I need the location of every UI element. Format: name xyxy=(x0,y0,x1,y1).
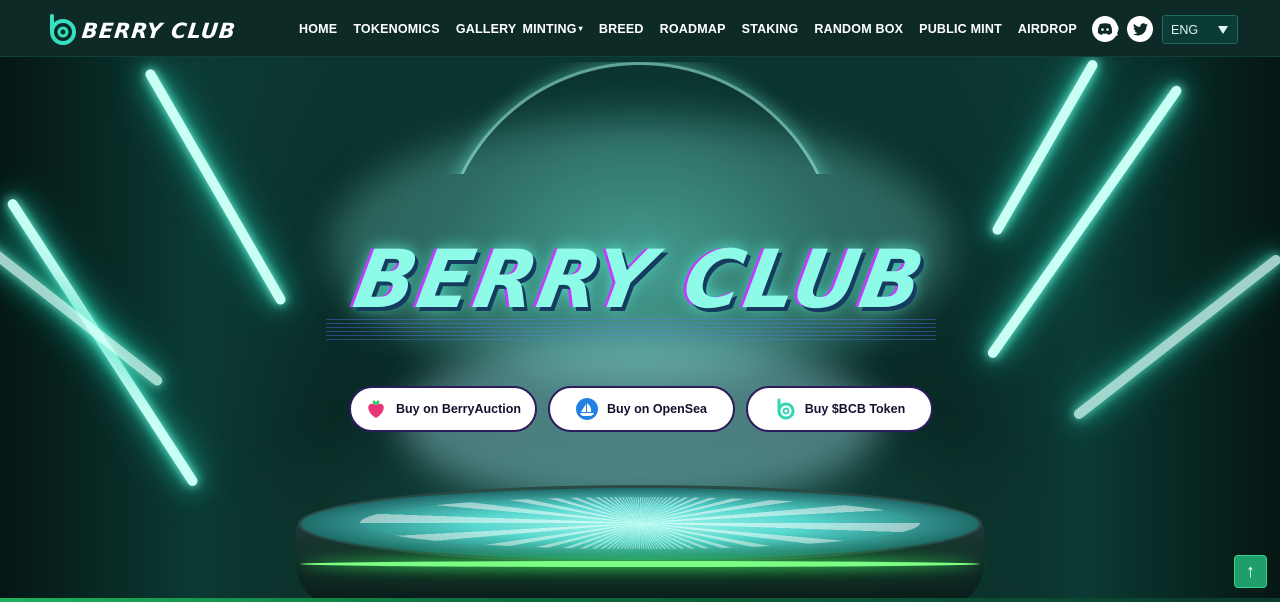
buy-bcb-token-button[interactable]: Buy $BCB Token xyxy=(746,386,933,432)
nav-random-box[interactable]: RANDOM BOX xyxy=(806,22,911,36)
language-selected: ENG xyxy=(1171,22,1199,37)
main-nav: HOME TOKENOMICS GALLERY MINTING ▾ BREED R… xyxy=(291,0,1127,57)
hero-right-wall xyxy=(950,57,1280,602)
nav-minting-label: MINTING xyxy=(522,21,577,36)
opensea-icon xyxy=(575,398,598,420)
berry-club-logo-icon xyxy=(50,14,76,45)
nav-airdrop[interactable]: AIRDROP xyxy=(1010,22,1085,36)
hero-section: BERRY CLUB Buy on BerryAuction Buy on Op… xyxy=(0,57,1280,602)
nav-minting-dropdown[interactable]: MINTING ▾ xyxy=(522,22,590,36)
brand-name: BERRY CLUB xyxy=(80,19,238,43)
hero-title: BERRY CLUB xyxy=(347,233,933,326)
buy-bcb-token-label: Buy $BCB Token xyxy=(804,402,906,416)
cta-button-row: Buy on BerryAuction Buy on OpenSea Buy $… xyxy=(349,386,944,432)
scroll-to-top-button[interactable]: ↑ xyxy=(1234,555,1267,588)
strawberry-icon xyxy=(365,398,387,420)
buy-on-berryauction-button[interactable]: Buy on BerryAuction xyxy=(349,386,537,432)
discord-button[interactable] xyxy=(1092,16,1118,42)
caret-down-icon: ▾ xyxy=(578,23,583,33)
discord-icon xyxy=(1097,23,1113,35)
platform-ring xyxy=(360,497,920,549)
bcb-token-icon xyxy=(774,398,796,420)
nav-gallery[interactable]: GALLERY xyxy=(448,22,525,36)
buy-on-opensea-label: Buy on OpenSea xyxy=(606,402,708,416)
nav-roadmap[interactable]: ROADMAP xyxy=(652,22,734,36)
twitter-icon xyxy=(1132,22,1148,35)
nav-public-mint[interactable]: PUBLIC MINT xyxy=(911,22,1010,36)
nav-staking[interactable]: STAKING xyxy=(734,22,807,36)
nav-breed[interactable]: BREED xyxy=(591,22,652,36)
buy-on-berryauction-label: Buy on BerryAuction xyxy=(395,402,521,416)
nav-tokenomics[interactable]: TOKENOMICS xyxy=(345,22,448,36)
brand-link[interactable]: BERRY CLUB xyxy=(46,12,238,46)
hero-left-wall xyxy=(0,57,330,602)
buy-on-opensea-button[interactable]: Buy on OpenSea xyxy=(548,386,735,432)
nav-home[interactable]: HOME xyxy=(291,22,345,36)
platform-glow xyxy=(300,561,980,567)
bottom-accent-bar xyxy=(0,598,1280,602)
twitter-button[interactable] xyxy=(1127,16,1153,42)
language-select[interactable]: ENG xyxy=(1162,15,1238,44)
dropdown-arrow-icon xyxy=(1218,26,1228,34)
top-navbar: BERRY CLUB HOME TOKENOMICS GALLERY MINTI… xyxy=(0,0,1280,57)
arrow-up-icon: ↑ xyxy=(1246,561,1255,581)
